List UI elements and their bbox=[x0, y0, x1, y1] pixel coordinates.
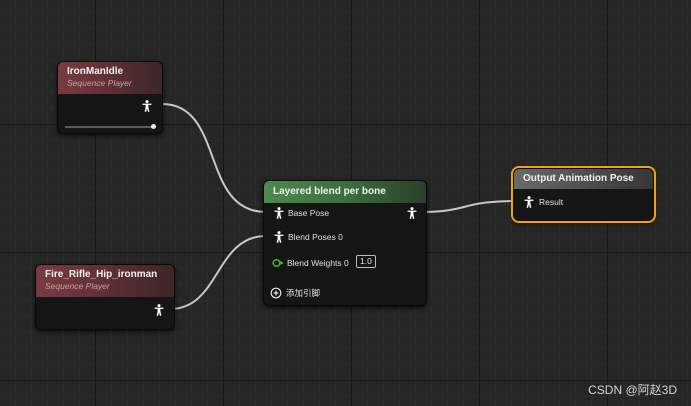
blend-poses-label: Blend Poses 0 bbox=[288, 232, 343, 242]
base-pose-label: Base Pose bbox=[288, 208, 330, 218]
wire-rifle-to-blend bbox=[169, 235, 267, 310]
slider-knob[interactable] bbox=[151, 124, 156, 129]
add-pin-icon[interactable] bbox=[270, 287, 282, 299]
float-pin-icon[interactable] bbox=[272, 258, 284, 268]
node-subtitle: Sequence Player bbox=[45, 281, 110, 291]
node-layered-blend[interactable]: Layered blend per bone Base Pose Blend P… bbox=[263, 180, 427, 306]
blend-weights-label: Blend Weights 0 bbox=[287, 258, 349, 268]
progress-slider[interactable] bbox=[65, 126, 153, 128]
node-output-pose[interactable]: Output Animation Pose Result bbox=[511, 166, 656, 223]
node-title: Fire_Rifle_Hip_ironman bbox=[45, 269, 158, 280]
node-title: Layered blend per bone bbox=[273, 186, 386, 197]
result-label: Result bbox=[539, 197, 564, 207]
watermark: CSDN @阿赵3D bbox=[588, 383, 677, 397]
output-pose-pin-icon[interactable] bbox=[154, 304, 164, 316]
wire-idle-to-base bbox=[161, 103, 267, 213]
node-header: IronManIdle Sequence Player bbox=[58, 62, 162, 94]
base-pose-pin-icon[interactable] bbox=[274, 207, 284, 219]
wire-blend-to-result bbox=[419, 200, 517, 213]
node-title: Output Animation Pose bbox=[523, 173, 634, 184]
output-pose-pin-icon[interactable] bbox=[407, 207, 417, 219]
node-ironman-idle[interactable]: IronManIdle Sequence Player bbox=[57, 61, 163, 134]
node-title: IronManIdle bbox=[67, 66, 124, 77]
add-pin-label[interactable]: 添加引脚 bbox=[286, 287, 320, 299]
node-header: Fire_Rifle_Hip_ironman Sequence Player bbox=[36, 265, 174, 297]
blend-weights-input[interactable]: 1.0 bbox=[356, 255, 376, 268]
node-header: Output Animation Pose bbox=[514, 169, 653, 189]
node-subtitle: Sequence Player bbox=[67, 78, 132, 88]
output-pose-pin-icon[interactable] bbox=[142, 100, 152, 112]
result-pose-pin-icon[interactable] bbox=[524, 196, 534, 208]
node-header: Layered blend per bone bbox=[264, 181, 426, 203]
node-fire-rifle[interactable]: Fire_Rifle_Hip_ironman Sequence Player bbox=[35, 264, 175, 330]
blend-poses-pin-icon[interactable] bbox=[274, 231, 284, 243]
